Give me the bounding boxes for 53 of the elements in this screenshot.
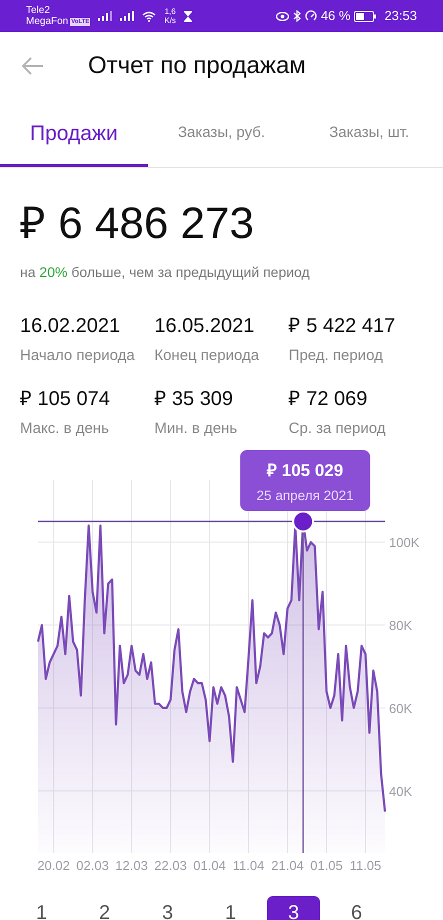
carrier-name: MegaFon [26, 16, 68, 27]
x-axis-label: 11.05 [350, 858, 382, 873]
network-speed: 1,6 [164, 7, 176, 16]
x-axis-label: 11.04 [232, 858, 264, 873]
clock-time: 23:53 [384, 7, 417, 26]
battery-percent: 46 % [320, 7, 350, 26]
page-button[interactable]: 3 [141, 896, 194, 920]
annotation: ₽ 105 029 [266, 461, 344, 480]
stat-label: Начало периода [20, 346, 136, 366]
y-axis-label: 80K [389, 618, 412, 634]
x-axis-label: 02.03 [76, 858, 109, 873]
x-axis-label: 01.04 [193, 858, 226, 873]
stat-value: ₽ 105 074 [20, 386, 111, 412]
x-axis-label: 01.05 [310, 858, 343, 873]
comparison-text: на 20% больше, чем за предыдущий период [20, 263, 311, 282]
back-arrow-icon[interactable] [22, 57, 44, 75]
carrier-name: Tele2 [26, 5, 51, 16]
page-title: Отчет по продажам [88, 51, 306, 81]
bluetooth-icon [292, 10, 301, 22]
page-button[interactable]: 1 [15, 896, 68, 920]
stat-label: Пред. период [288, 346, 384, 366]
stat-value: ₽ 72 069 [288, 386, 368, 412]
stat-value: ₽ 5 422 417 [288, 314, 396, 339]
stat-label: Макс. в день [20, 418, 110, 438]
tab[interactable]: Продажи [0, 100, 148, 167]
eye-icon [276, 12, 289, 20]
page-button[interactable]: 3 [267, 896, 320, 920]
stat-label: Мин. в день [154, 418, 238, 438]
y-axis-label: 40K [389, 784, 412, 799]
x-axis-label: 22.03 [154, 858, 187, 873]
page-button[interactable]: 2 [78, 896, 131, 920]
stat-label: Ср. за период [288, 418, 387, 438]
page-button[interactable]: 1 [204, 896, 257, 920]
stat-value: 16.05.2021 [154, 314, 256, 339]
x-axis-label: 21.04 [271, 858, 304, 873]
stat-label: Конец периода [154, 346, 260, 366]
page-button[interactable]: 6 [330, 896, 383, 920]
total-sales: ₽ 6 486 273 [20, 198, 255, 250]
x-axis-label: 20.02 [37, 858, 70, 873]
y-axis-label: 60K [389, 700, 412, 716]
hourglass-icon [184, 10, 192, 22]
x-axis-label: 12.03 [115, 858, 148, 873]
battery-icon [354, 10, 376, 22]
signal-icon [120, 11, 134, 21]
wifi-icon [142, 10, 156, 22]
stat-value: ₽ 35 309 [154, 386, 234, 412]
annotation: 25 апреля 2021 [256, 488, 354, 503]
speed-unit: K/s [164, 16, 176, 25]
speedometer-icon [304, 10, 317, 22]
value-tooltip: ₽ 105 029 25 апреля 2021 [240, 450, 370, 511]
signal-icon [98, 11, 112, 21]
y-axis-label: 100K [389, 535, 420, 550]
stat-value: 16.02.2021 [20, 314, 122, 339]
